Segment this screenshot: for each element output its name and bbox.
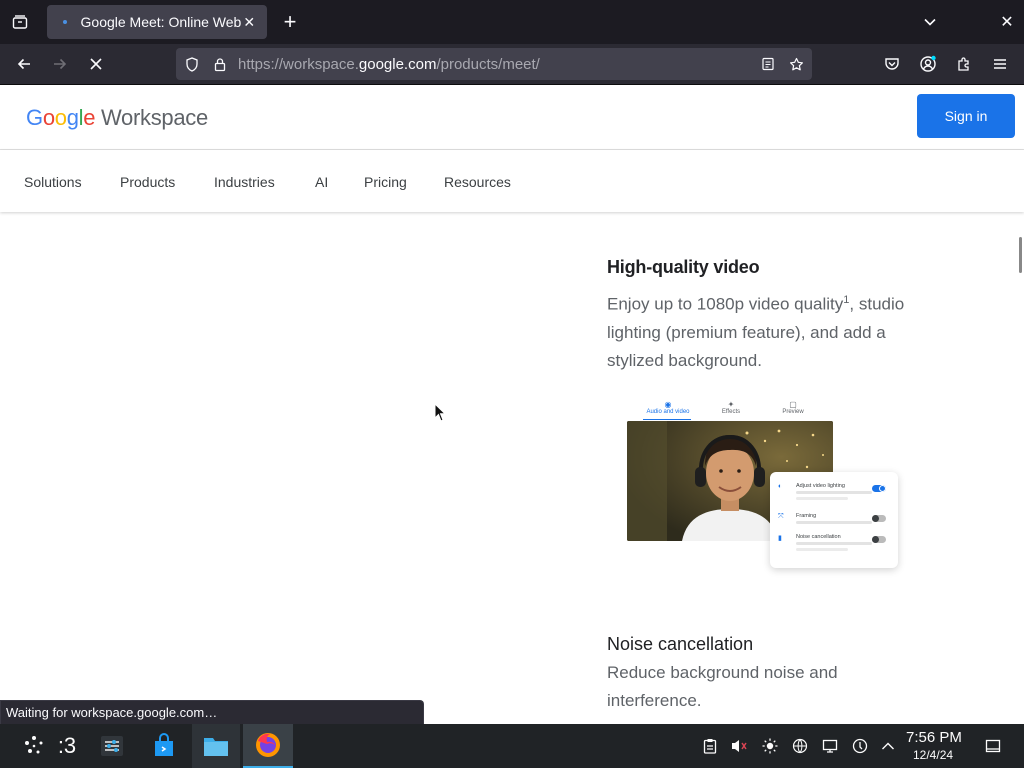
taskbar: :3 7:56 PM 12/4/24 [0,724,1024,768]
high-quality-video-heading: High-quality video [607,257,760,277]
pocket-icon[interactable] [877,49,907,79]
bookmark-star-icon[interactable] [782,50,810,78]
mouse-cursor-icon [434,402,447,428]
browser-tab-bar: Google Meet: Online Web and Video Confer… [0,0,1024,44]
nav-item-industries[interactable]: Industries [214,174,275,190]
window-close-icon[interactable]: ✕ [993,8,1021,36]
noise-cancellation-text: Reduce background noise and interference… [607,663,838,710]
new-tab-icon[interactable]: + [276,8,304,36]
virtual-desktop-label[interactable]: :3 [52,724,82,768]
software-center-app-icon[interactable] [144,724,184,768]
lighting-icon: ◐ [778,483,783,490]
extensions-icon[interactable] [949,49,979,79]
active-tab-indicator [643,419,691,420]
framing-toggle [872,515,886,522]
brightness-icon[interactable] [760,736,780,756]
system-settings-app-icon[interactable] [92,724,132,768]
list-all-tabs-icon[interactable] [6,8,34,36]
nav-item-pricing[interactable]: Pricing [364,174,407,190]
volume-muted-icon[interactable] [729,736,749,756]
high-quality-video-text: Enjoy up to 1080p video quality1, studio… [607,294,905,370]
setting-row-framing: ⤧ Framing [778,513,890,533]
url-bar[interactable]: https://workspace.google.com/products/me… [176,48,812,80]
video-settings-panel: ◐ Adjust video lighting ⤧ Framing ▮ Nois… [770,472,898,568]
browser-status-text: Waiting for workspace.google.com… [0,700,424,724]
display-icon[interactable] [820,736,840,756]
clock-date[interactable]: 12/4/24 [913,748,953,762]
nav-item-resources[interactable]: Resources [444,174,511,190]
tracking-protection-shield-icon[interactable] [178,50,206,78]
lock-icon[interactable] [206,50,234,78]
nav-item-ai[interactable]: AI [315,174,328,190]
setting-row-noise: ▮ Noise cancellation [778,534,890,554]
noise-cancellation-heading: Noise cancellation [607,634,754,654]
clock-time[interactable]: 7:56 PM [906,729,962,746]
framing-icon: ⤧ [778,513,784,520]
site-header: Google Workspace Sign in [0,85,1024,150]
tab-google-meet[interactable]: Google Meet: Online Web and Video Confer… [47,5,267,39]
forward-arrow-icon[interactable] [45,49,75,79]
illustration-tab-preview: ▢ Preview [782,400,804,415]
noise-bars-icon: ▮ [778,535,782,542]
account-icon[interactable] [913,49,943,79]
page-scrollbar-thumb[interactable] [1019,237,1022,273]
setting-row-lighting: ◐ Adjust video lighting [778,483,890,503]
loading-favicon-icon [57,14,73,30]
site-navigation: Solutions Products Industries AI Pricing… [0,150,1024,212]
tray-expand-chevron-icon[interactable] [878,736,898,756]
illustration-tab-audio-video: ◉ Audio and video [646,400,690,415]
update-notifier-icon[interactable] [850,736,870,756]
nav-item-solutions[interactable]: Solutions [24,174,82,190]
noise-toggle [872,536,886,543]
menu-hamburger-icon[interactable] [985,49,1015,79]
network-globe-icon[interactable] [790,736,810,756]
tab-overflow-chevron-icon[interactable] [916,8,944,36]
show-desktop-icon[interactable] [983,736,1003,756]
clipboard-icon[interactable] [700,736,720,756]
nav-item-products[interactable]: Products [120,174,175,190]
file-manager-app-icon[interactable] [192,724,240,768]
sign-in-button[interactable]: Sign in [917,94,1015,138]
stop-loading-icon[interactable] [81,49,111,79]
browser-toolbar: https://workspace.google.com/products/me… [0,44,1024,85]
back-arrow-icon[interactable] [9,49,39,79]
google-workspace-logo[interactable]: Google Workspace [26,105,208,131]
illustration-tab-effects: ✦ Effects [721,400,741,415]
tab-title: Google Meet: Online Web and Video Confer… [80,14,242,30]
app-launcher-icon[interactable] [14,724,54,768]
firefox-app-icon[interactable] [243,724,293,768]
lighting-toggle [872,485,886,492]
url-text: https://workspace.google.com/products/me… [238,55,540,73]
reader-view-icon[interactable] [754,50,782,78]
tab-close-icon[interactable]: ✕ [241,14,257,31]
